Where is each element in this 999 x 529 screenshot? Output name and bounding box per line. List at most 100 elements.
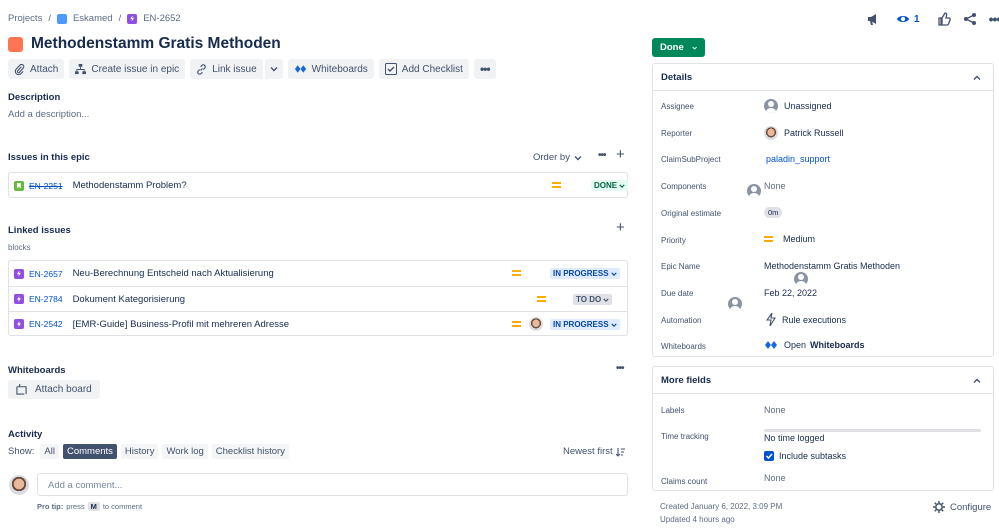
create-issue-in-epic-button[interactable]: Create issue in epic <box>69 59 186 79</box>
feedback-megaphone-icon[interactable] <box>866 12 880 26</box>
time-tracking-label: Time tracking <box>661 432 709 441</box>
components-value: None <box>764 181 786 191</box>
attach-board-button[interactable]: Attach board <box>8 380 100 399</box>
whiteboards-button[interactable]: Whiteboards <box>287 59 374 79</box>
attach-board-icon <box>16 384 27 395</box>
show-label: Show: <box>8 446 35 457</box>
table-row[interactable]: EN-2657 Neu-Berechnung Entscheid nach Ak… <box>9 261 808 286</box>
table-row[interactable]: EN-2542 [EMR-Guide] Business-Profil mit … <box>9 311 627 336</box>
description-input[interactable]: Add a description... <box>8 109 89 120</box>
share-icon[interactable] <box>963 12 977 26</box>
add-child-issue-icon[interactable]: + <box>616 146 625 163</box>
status-badge[interactable]: DONE <box>591 180 629 191</box>
labels-field[interactable]: None <box>764 405 786 415</box>
link-issue-label: Link issue <box>212 63 257 75</box>
assignee-avatar[interactable] <box>529 317 543 331</box>
link-issue-dropdown[interactable] <box>263 59 283 79</box>
issue-summary[interactable]: Methodenstamm Problem? <box>73 180 187 191</box>
issue-key[interactable]: EN-2542 <box>29 319 63 329</box>
activity-tabs: Show: All Comments History Work log Chec… <box>8 444 289 459</box>
checklist-icon <box>384 63 397 75</box>
more-toolbar-button[interactable]: ••• <box>473 59 496 79</box>
breadcrumb-projects[interactable]: Projects <box>8 13 42 24</box>
checkbox-checked-icon <box>764 451 774 461</box>
status-badge[interactable]: TO DO <box>573 294 613 305</box>
sort-order-button[interactable]: Newest first <box>563 446 625 457</box>
attach-button[interactable]: Attach <box>8 59 65 79</box>
time-tracking-bar[interactable] <box>764 429 981 432</box>
status-label: DONE <box>594 181 618 190</box>
whiteboards-more-icon[interactable]: ••• <box>616 363 624 374</box>
epic-issues-more-icon[interactable]: ••• <box>598 150 606 161</box>
tab-all[interactable]: All <box>40 444 59 459</box>
tab-work-log[interactable]: Work log <box>162 444 208 459</box>
whiteboards-heading: Whiteboards <box>8 365 66 376</box>
automation-value: Rule executions <box>782 314 847 325</box>
pro-tip-key: M <box>87 502 100 511</box>
epic-issues-list: EN-2251 Methodenstamm Problem? DONE <box>8 172 761 198</box>
breadcrumb-project[interactable]: Eskamed <box>73 13 113 24</box>
reporter-field[interactable]: Patrick Russell <box>764 126 844 140</box>
story-icon <box>14 180 24 191</box>
time-tracking-field[interactable]: No time logged <box>764 433 825 443</box>
issue-summary[interactable]: Dokument Kategorisierung <box>73 294 185 305</box>
automation-label: Automation <box>661 316 702 325</box>
status-button-label: Done <box>660 42 684 53</box>
like-thumbs-up-icon[interactable] <box>937 12 951 26</box>
more-fields-header[interactable]: More fields <box>653 367 993 394</box>
include-subtasks-checkbox[interactable]: Include subtasks <box>764 451 846 461</box>
priority-medium-icon <box>764 236 773 242</box>
status-badge[interactable]: IN PROGRESS <box>550 268 620 279</box>
add-checklist-button[interactable]: Add Checklist <box>378 59 469 79</box>
assignee-field[interactable]: Unassigned <box>764 99 832 113</box>
more-actions-icon[interactable]: ••• <box>989 11 999 27</box>
chevron-down-icon <box>619 183 625 188</box>
breadcrumb-separator: / <box>48 13 51 24</box>
automation-field[interactable]: Rule executions <box>766 313 846 326</box>
priority-field[interactable]: Medium <box>764 234 815 244</box>
add-linked-issue-icon[interactable]: + <box>616 219 625 236</box>
epic-type-icon[interactable] <box>8 36 23 52</box>
details-header[interactable]: Details <box>653 64 993 91</box>
original-estimate-field[interactable]: 0m <box>764 207 783 218</box>
open-whiteboards-link[interactable]: Open Whiteboards <box>764 340 865 350</box>
priority-label: Priority <box>661 236 686 245</box>
issue-key[interactable]: EN-2251 <box>29 181 63 191</box>
epic-name-value: Methodenstamm Gratis Methoden <box>764 261 901 271</box>
issue-key[interactable]: EN-2657 <box>29 269 63 279</box>
breadcrumb-issue-key[interactable]: EN-2652 <box>143 13 181 24</box>
tab-history[interactable]: History <box>120 444 159 459</box>
labels-value: None <box>764 405 786 415</box>
original-estimate-value: 0m <box>764 207 783 218</box>
link-issue-button[interactable]: Link issue <box>190 59 263 79</box>
watch-eye-icon[interactable] <box>896 12 910 26</box>
chevron-down-icon <box>603 297 609 302</box>
due-date-field[interactable]: Feb 22, 2022 <box>764 288 817 298</box>
claim-subproject-field[interactable]: paladin_support <box>766 154 830 164</box>
assignee-value: Unassigned <box>784 101 832 111</box>
claims-count-field[interactable]: None <box>764 473 786 483</box>
issue-key[interactable]: EN-2784 <box>29 294 63 304</box>
order-by-button[interactable]: Order by <box>533 152 582 163</box>
table-row[interactable]: EN-2251 Methodenstamm Problem? DONE <box>9 173 761 198</box>
epic-name-field[interactable]: Methodenstamm Gratis Methoden <box>764 261 900 271</box>
original-estimate-label: Original estimate <box>661 209 722 218</box>
priority-medium-icon <box>537 296 546 302</box>
issue-summary[interactable]: [EMR-Guide] Business-Profil mit mehreren… <box>73 319 289 330</box>
chevron-down-icon <box>610 271 617 276</box>
configure-button[interactable]: Configure <box>933 501 991 513</box>
chevron-down-icon <box>692 46 697 50</box>
whiteboards-icon <box>294 65 306 73</box>
table-row[interactable]: EN-2784 Dokument Kategorisierung TO DO <box>9 286 743 311</box>
issue-summary[interactable]: Neu-Berechnung Entscheid nach Aktualisie… <box>73 268 274 279</box>
status-label: IN PROGRESS <box>553 269 609 278</box>
tab-checklist-history[interactable]: Checklist history <box>211 444 289 459</box>
status-button[interactable]: Done <box>652 38 705 57</box>
components-field[interactable]: None <box>764 181 786 191</box>
issue-toolbar: Attach Create issue in epic Link issue W… <box>8 59 496 79</box>
issue-title[interactable]: Methodenstamm Gratis Methoden <box>31 35 281 53</box>
comment-input[interactable]: Add a comment... <box>37 473 628 496</box>
tab-comments[interactable]: Comments <box>62 444 117 459</box>
status-badge[interactable]: IN PROGRESS <box>550 319 620 330</box>
claim-subproject-value: paladin_support <box>766 154 831 164</box>
